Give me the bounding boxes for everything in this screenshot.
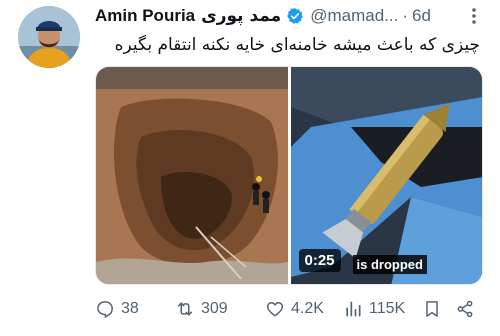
- video-caption: is dropped: [352, 255, 427, 274]
- author-name-fa[interactable]: ممد پوری: [201, 6, 281, 26]
- tweet-header: Amin Pouria ممد پوری @mamad... · 6d: [95, 5, 490, 27]
- repost-button[interactable]: 309: [175, 299, 228, 319]
- share-icon: [457, 300, 473, 318]
- verified-badge-icon[interactable]: [286, 7, 304, 25]
- bomb-video-thumbnail[interactable]: 0:25 is dropped: [290, 67, 482, 284]
- author-name[interactable]: Amin Pouria: [95, 6, 195, 26]
- author-avatar[interactable]: [18, 6, 80, 68]
- like-count: 4.2K: [291, 300, 324, 317]
- reply-button[interactable]: 38: [95, 299, 139, 319]
- bookmark-button[interactable]: [422, 299, 448, 319]
- reply-count: 38: [121, 300, 139, 317]
- crater-image[interactable]: [96, 67, 288, 284]
- like-button[interactable]: 4.2K: [265, 299, 324, 319]
- reply-icon: [97, 301, 113, 318]
- video-duration: 0:25: [298, 249, 341, 272]
- like-icon: [266, 302, 284, 317]
- tweet-timestamp[interactable]: 6d: [412, 6, 431, 26]
- views-count: 115K: [369, 300, 406, 317]
- separator-dot: ·: [402, 6, 408, 25]
- views-icon: [346, 301, 361, 317]
- author-handle[interactable]: @mamad...: [310, 6, 398, 26]
- bookmark-icon: [426, 301, 438, 317]
- more-options-icon[interactable]: [464, 6, 484, 26]
- repost-icon: [178, 302, 192, 316]
- tweet-text: چیزی که باعث میشه خامنه‌ای خایه نکنه انت…: [114, 35, 480, 55]
- repost-count: 309: [201, 300, 228, 317]
- views-button[interactable]: 115K: [343, 299, 405, 319]
- tweet-actions: 38 309 4.2K 115K: [95, 297, 484, 321]
- share-button[interactable]: [455, 299, 481, 319]
- media-grid: 0:25 is dropped: [95, 66, 483, 285]
